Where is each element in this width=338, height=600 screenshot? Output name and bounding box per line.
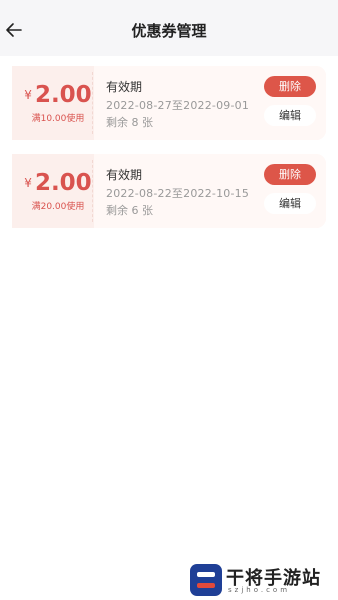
amount-value: 2.00 <box>34 82 92 108</box>
coupon-info-panel: 有效期 2022-08-27至2022-09-01 剩余 8 张 删除 编辑 <box>94 66 326 140</box>
coupon-card: ¥2.00 满10.00使用 有效期 2022-08-27至2022-09-01… <box>12 66 326 140</box>
page-title: 优惠券管理 <box>131 22 207 40</box>
watermark-logo-icon <box>190 564 222 596</box>
coupon-remaining: 剩余 6 张 <box>106 204 153 217</box>
coupon-date-range: 2022-08-27至2022-09-01 <box>106 99 250 112</box>
coupon-validity-label: 有效期 <box>106 168 143 182</box>
edit-button[interactable]: 编辑 <box>264 193 316 214</box>
coupon-validity-label: 有效期 <box>106 80 143 94</box>
nav-bar: 优惠券管理 <box>0 0 338 56</box>
coupon-condition: 满20.00使用 <box>31 202 85 212</box>
coupon-info-panel: 有效期 2022-08-22至2022-10-15 剩余 6 张 删除 编辑 <box>94 154 326 228</box>
currency-symbol: ¥ <box>24 88 32 102</box>
coupon-condition: 满10.00使用 <box>31 114 85 124</box>
coupon-amount-panel: ¥2.00 满20.00使用 <box>12 154 92 228</box>
coupon-card: ¥2.00 满20.00使用 有效期 2022-08-22至2022-10-15… <box>12 154 326 228</box>
watermark-domain: szjho.com <box>228 586 291 594</box>
watermark: 干将手游站 szjho.com <box>186 560 336 598</box>
edit-button[interactable]: 编辑 <box>264 105 316 126</box>
coupon-amount: ¥2.00 <box>12 82 104 108</box>
coupon-amount: ¥2.00 <box>12 170 104 196</box>
coupon-date-range: 2022-08-22至2022-10-15 <box>106 187 250 200</box>
currency-symbol: ¥ <box>24 176 32 190</box>
coupon-amount-panel: ¥2.00 满10.00使用 <box>12 66 92 140</box>
coupon-remaining: 剩余 8 张 <box>106 116 153 129</box>
delete-button[interactable]: 删除 <box>264 76 316 97</box>
delete-button[interactable]: 删除 <box>264 164 316 185</box>
amount-value: 2.00 <box>34 170 92 196</box>
